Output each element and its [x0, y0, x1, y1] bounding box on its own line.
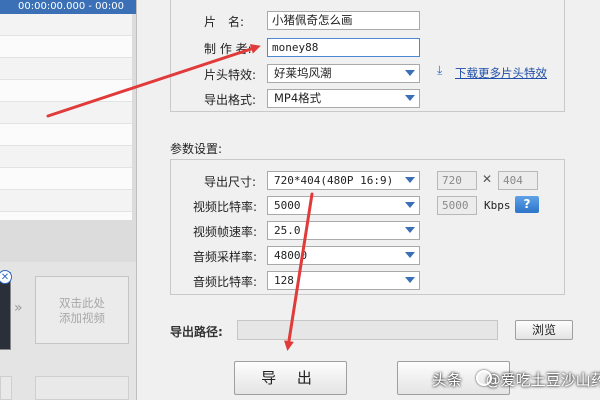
- intro-effect-select[interactable]: 好莱坞风潮: [267, 64, 420, 83]
- export-path-input[interactable]: [237, 320, 498, 340]
- chevron-down-icon: [405, 95, 415, 101]
- transition-arrow-icon: »: [14, 300, 23, 316]
- audio-bitrate-label: 音频比特率:: [193, 275, 258, 289]
- timeline-row[interactable]: [0, 80, 136, 102]
- add-video-line1: 双击此处: [59, 296, 105, 310]
- chevron-down-icon: [405, 202, 415, 208]
- clip-strip-header: [0, 220, 136, 262]
- timeline-row[interactable]: [0, 190, 136, 212]
- video-bitrate-readout[interactable]: 5000: [437, 196, 477, 215]
- format-select[interactable]: MP4格式: [267, 89, 420, 108]
- video-bitrate-label: 视频比特率:: [193, 200, 258, 214]
- audio-bitrate-select[interactable]: 128: [267, 271, 420, 290]
- timeline-row[interactable]: [0, 14, 136, 36]
- export-path-label: 导出路径:: [170, 325, 223, 339]
- clip-slot[interactable]: [0, 376, 12, 400]
- export-button[interactable]: 导 出: [234, 361, 347, 395]
- kbps-unit: Kbps: [484, 199, 511, 212]
- frame-rate-label: 视频帧速率:: [193, 225, 258, 239]
- chevron-down-icon: [405, 277, 415, 283]
- timeline-row[interactable]: [0, 168, 136, 190]
- add-video-line2: 添加视频: [59, 311, 105, 325]
- intro-effect-value: 好莱坞风潮: [274, 66, 332, 80]
- title-input[interactable]: 小猪佩奇怎么画: [267, 11, 420, 30]
- frame-rate-value: 25.0: [274, 224, 301, 237]
- format-label: 导出格式:: [204, 93, 257, 107]
- video-bitrate-select[interactable]: 5000: [267, 196, 420, 215]
- timeline-panel: 00:00:00.000 - 00:00 ✕ » 双击此处 添加视频: [0, 0, 137, 400]
- timeline-scrollbar[interactable]: [132, 14, 136, 220]
- params-heading: 参数设置:: [170, 142, 223, 156]
- export-settings-panel: 片 名: 小猪佩奇怎么画 制 作 者: money88 片头特效: 好莱坞风潮 …: [137, 0, 600, 400]
- author-input[interactable]: money88: [267, 38, 420, 57]
- bottom-clip-row: [0, 376, 136, 400]
- times-icon: ✕: [482, 172, 493, 186]
- timeline-row[interactable]: [0, 36, 136, 58]
- chevron-down-icon: [405, 252, 415, 258]
- timeline-row[interactable]: [0, 58, 136, 80]
- author-label: 制 作 者:: [204, 42, 252, 56]
- watermark-text: 头条 @爱吃土豆沙山药: [432, 369, 600, 390]
- title-label: 片 名:: [204, 15, 245, 29]
- add-video-slot[interactable]: 双击此处 添加视频: [35, 276, 129, 344]
- width-input[interactable]: 720: [437, 171, 477, 190]
- timeline-row[interactable]: [0, 102, 136, 124]
- format-value: MP4格式: [274, 91, 322, 105]
- watermark-logo-icon: [476, 370, 492, 386]
- sample-rate-value: 48000: [274, 249, 308, 262]
- intro-effect-label: 片头特效:: [204, 68, 257, 82]
- time-display: 00:00:00.000 - 00:00: [0, 0, 136, 14]
- timeline-rows: [0, 14, 136, 234]
- download-more-effects-link[interactable]: 下载更多片头特效: [455, 65, 547, 81]
- chevron-down-icon: [405, 177, 415, 183]
- frame-rate-select[interactable]: 25.0: [267, 221, 420, 240]
- timeline-row[interactable]: [0, 124, 136, 146]
- size-label: 导出尺寸:: [204, 175, 257, 189]
- height-input[interactable]: 404: [498, 171, 538, 190]
- chevron-down-icon: [405, 227, 415, 233]
- size-value: 720*404(480P 16:9): [274, 174, 394, 187]
- question-icon[interactable]: ?: [515, 196, 539, 213]
- audio-bitrate-value: 128: [274, 274, 294, 287]
- chevron-down-icon: [405, 70, 415, 76]
- watermark-author: @爱吃土豆沙山药: [485, 371, 600, 389]
- download-icon: ⤓: [437, 63, 443, 77]
- size-select[interactable]: 720*404(480P 16:9): [267, 171, 420, 190]
- browse-button[interactable]: 浏览: [515, 320, 573, 340]
- watermark-platform: 头条: [432, 371, 463, 389]
- clip-slot[interactable]: [35, 376, 129, 400]
- sample-rate-label: 音频采样率:: [193, 250, 258, 264]
- video-bitrate-value: 5000: [274, 199, 301, 212]
- timeline-row[interactable]: [0, 146, 136, 168]
- sample-rate-select[interactable]: 48000: [267, 246, 420, 265]
